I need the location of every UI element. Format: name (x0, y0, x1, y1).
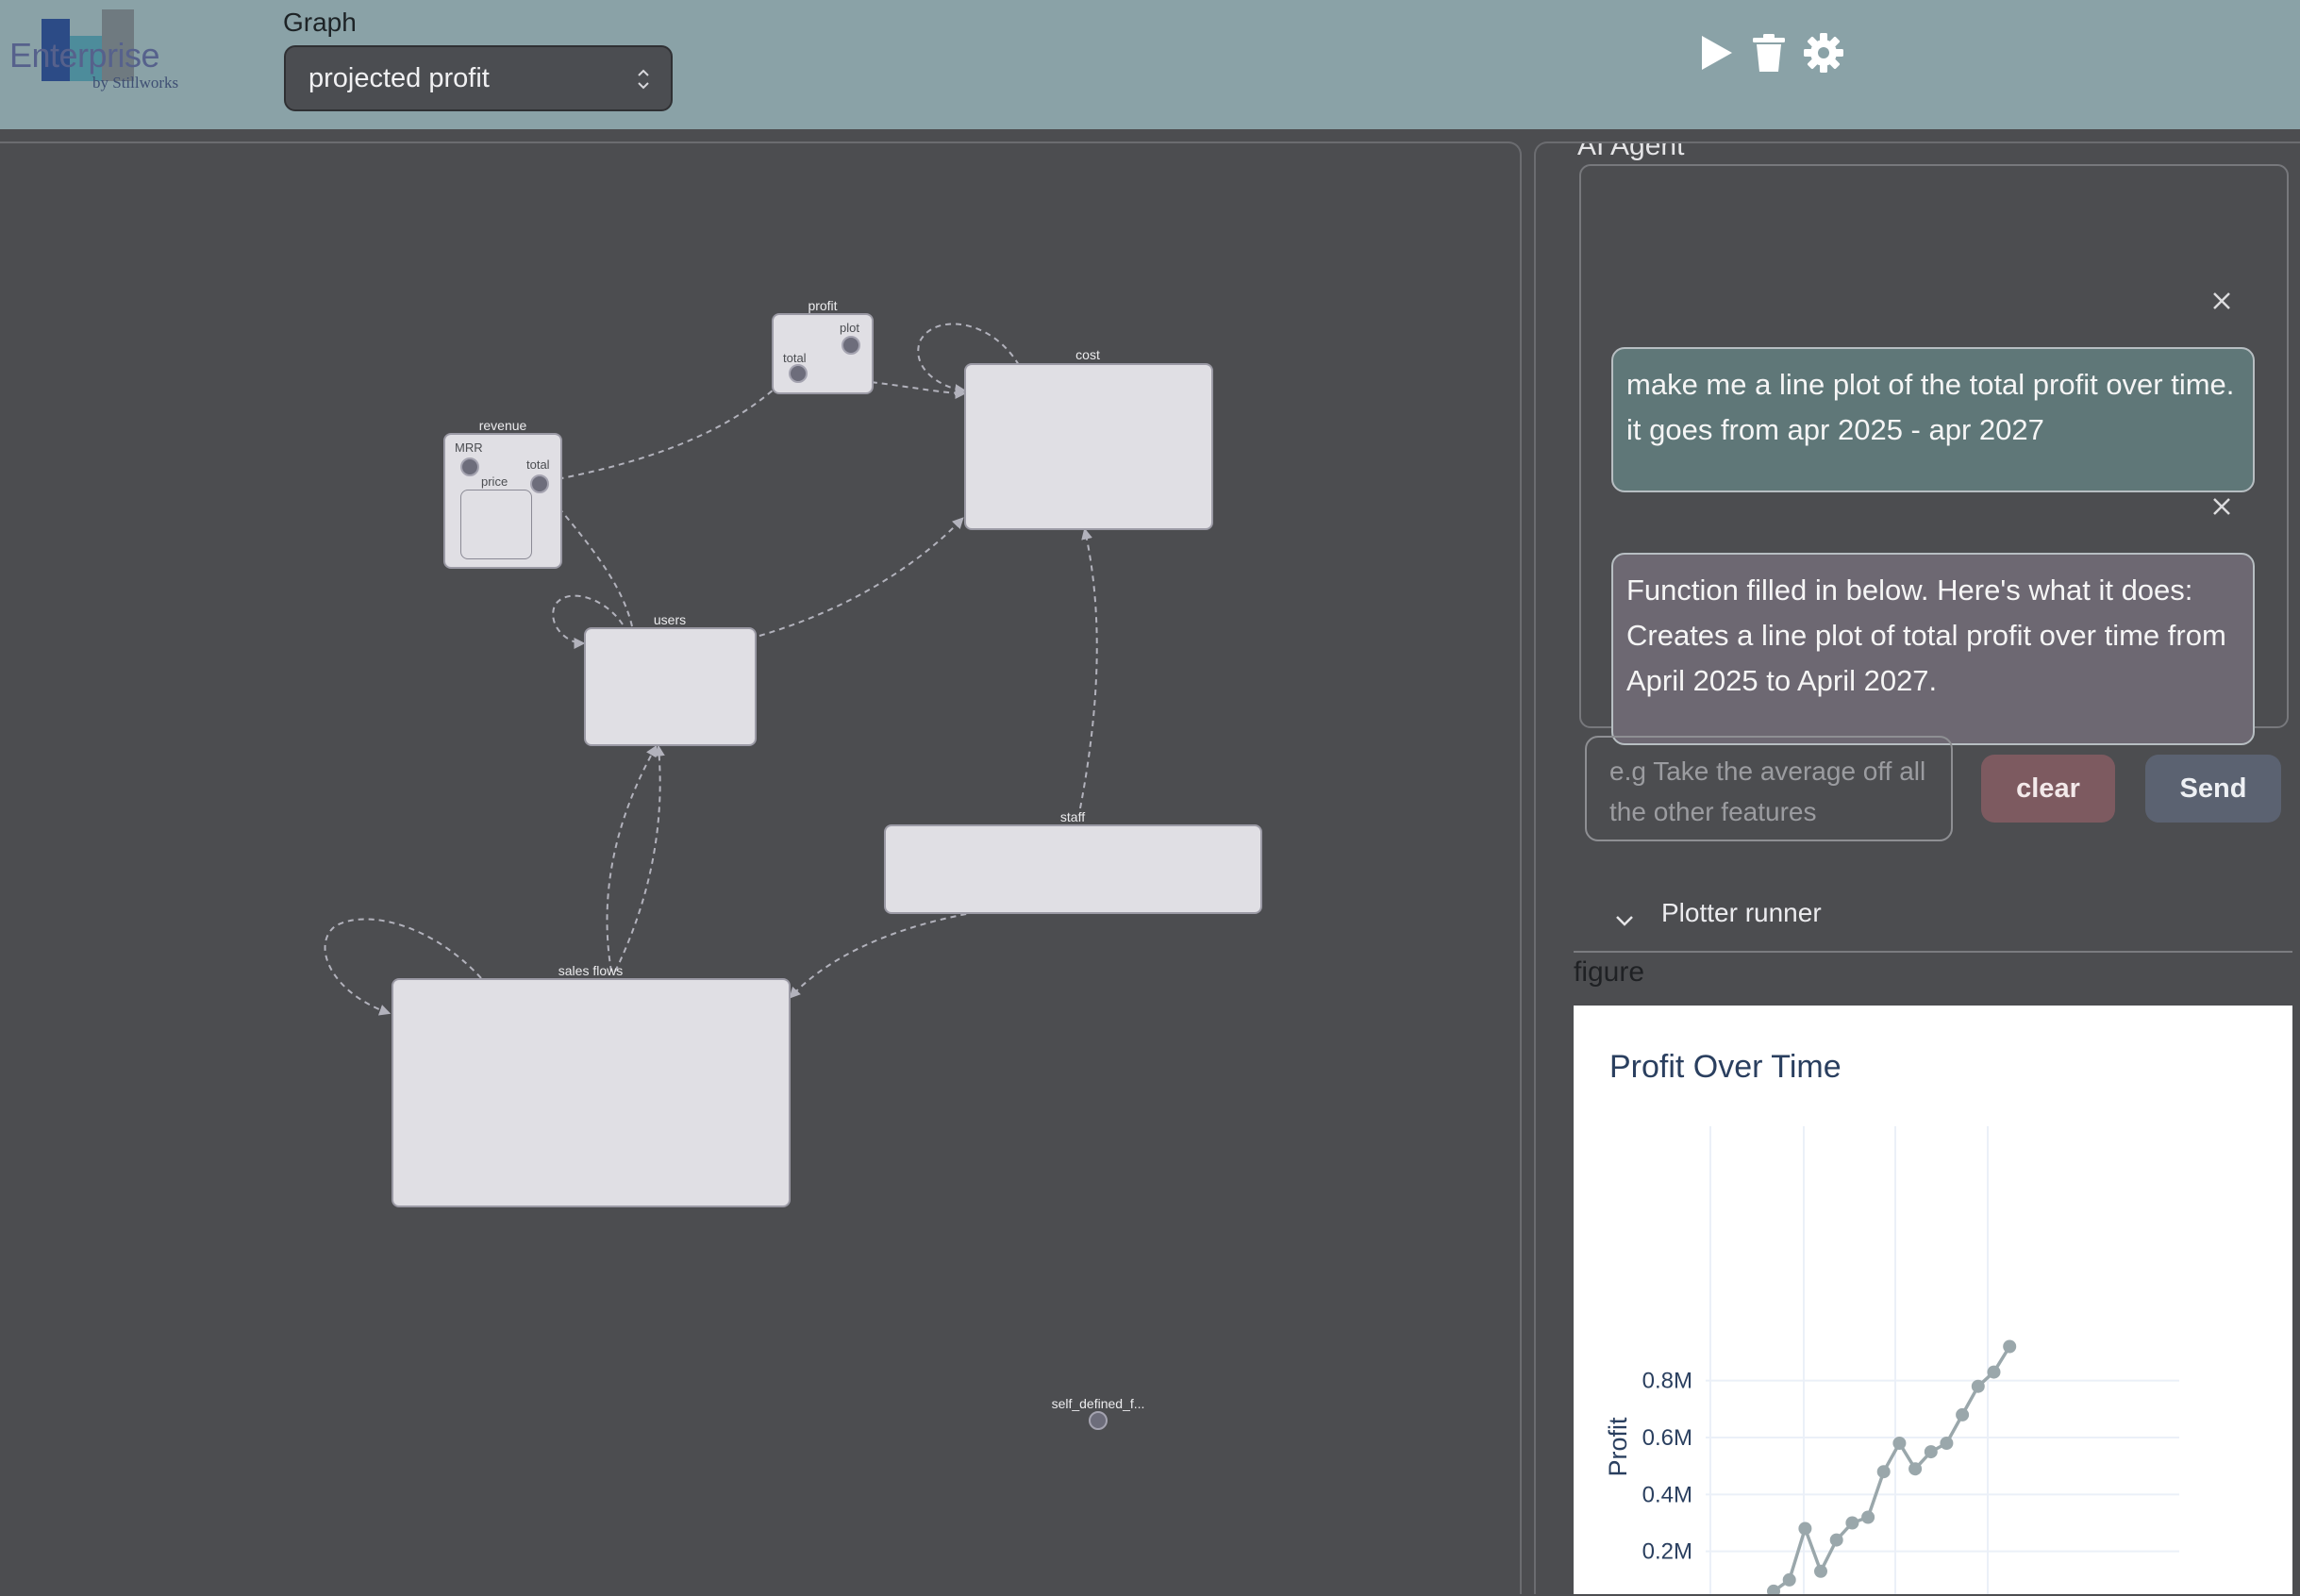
edge-staff-sales (789, 911, 977, 999)
node-title-profit: profit (808, 298, 838, 313)
chat-history[interactable]: make me a line plot of the total profit … (1579, 164, 2289, 745)
graph-edges (324, 323, 1098, 1016)
data-point (1987, 1365, 2001, 1379)
port-plot[interactable] (842, 336, 860, 355)
node-sales-flows[interactable] (392, 978, 791, 1207)
data-point (1956, 1407, 1970, 1421)
y-tick-label: 0.8M (1642, 1369, 1692, 1394)
y-tick-label: 0.6M (1642, 1425, 1692, 1451)
profit-line-chart: Profit Over Time Profit 0.2M 0.4M 0.6M 0.8M (1604, 1049, 2179, 1594)
chart-y-axis-label: Profit (1604, 1417, 1632, 1477)
y-tick-label: 0.2M (1642, 1539, 1692, 1565)
edge-staff-cost (1079, 527, 1098, 809)
data-point (1798, 1521, 1812, 1536)
chevron-up-down-icon (638, 69, 649, 90)
child-node-price[interactable] (460, 490, 532, 559)
data-point (1971, 1379, 1985, 1393)
edge-sales-users-1 (606, 744, 658, 973)
data-point (1782, 1572, 1796, 1587)
port-label-plot: plot (840, 321, 859, 335)
edge-sales-users-2 (614, 744, 665, 973)
port-label-mrr: MRR (455, 441, 483, 455)
data-point (1940, 1437, 1954, 1450)
plotter-runner-label[interactable]: Plotter runner (1661, 898, 1822, 928)
graph-select[interactable]: projected profit (284, 45, 673, 111)
node-staff[interactable] (884, 824, 1262, 914)
data-point (1908, 1462, 1923, 1476)
node-self-defined[interactable] (1089, 1411, 1108, 1430)
port-label-revenue-total: total (526, 457, 550, 472)
node-title-revenue: revenue (478, 418, 527, 433)
data-point (1924, 1445, 1938, 1459)
data-point (1829, 1533, 1843, 1547)
node-cost[interactable] (964, 363, 1213, 530)
user-message: make me a line plot of the total profit … (1611, 347, 2255, 492)
node-profit[interactable]: plot total (772, 313, 874, 394)
close-message-icon[interactable] (2209, 494, 2234, 519)
section-divider (1574, 951, 2292, 953)
edge-users-cost (758, 517, 964, 637)
data-point (1814, 1564, 1827, 1578)
agent-title: AI Agent (1577, 141, 1685, 161)
data-point (2003, 1339, 2017, 1354)
enterprise-logo[interactable]: Enterprise by Stillworks (0, 0, 179, 104)
data-point (1845, 1516, 1859, 1530)
data-point (1876, 1465, 1891, 1479)
logo-byline: by Stillworks (92, 74, 179, 91)
node-title-self-defined: self_defined_f... (1051, 1396, 1145, 1411)
port-revenue-total[interactable] (530, 474, 549, 493)
data-point (1892, 1437, 1907, 1450)
agent-panel: AI Agent make me a line plot of the tota… (1534, 141, 2300, 1594)
child-title-price: price (481, 474, 508, 489)
gear-icon[interactable] (1803, 32, 1844, 74)
send-button[interactable]: Send (2145, 755, 2281, 823)
figure-area: Profit Over Time Profit 0.2M 0.4M 0.6M 0.8M (1574, 1006, 2292, 1594)
play-icon[interactable] (1696, 32, 1738, 74)
node-users[interactable] (584, 627, 757, 746)
close-message-icon[interactable] (2209, 289, 2234, 313)
assistant-message: Function filled in below. Here's what it… (1611, 553, 2255, 745)
node-title-sales-flows: sales flows (558, 963, 624, 978)
agent-input[interactable]: e.g Take the average off all the other f… (1585, 736, 1953, 841)
clear-button[interactable]: clear (1981, 755, 2115, 823)
y-tick-label: 0.4M (1642, 1482, 1692, 1507)
node-title-staff: staff (1059, 809, 1086, 824)
port-total[interactable] (789, 364, 808, 383)
top-bar: Enterprise by Stillworks Graph projected… (0, 0, 2300, 129)
port-mrr[interactable] (460, 457, 479, 476)
edge-revenue-profit (537, 377, 787, 484)
graph-label: Graph (283, 8, 357, 37)
node-title-cost: cost (1075, 347, 1100, 362)
graph-select-value: projected profit (308, 62, 490, 93)
port-label-total: total (783, 351, 807, 365)
chart-title: Profit Over Time (1609, 1049, 1842, 1085)
node-title-users: users (653, 612, 687, 627)
logo-wordmark: Enterprise (9, 36, 160, 75)
trash-icon[interactable] (1748, 32, 1790, 74)
figure-label: figure (1574, 956, 1645, 988)
data-point (1861, 1510, 1875, 1524)
chevron-down-icon[interactable] (1611, 907, 1638, 934)
node-revenue[interactable]: MRR total price (443, 433, 562, 569)
graph-canvas[interactable]: profit plot total cost revenue MRR total… (0, 141, 1522, 1594)
